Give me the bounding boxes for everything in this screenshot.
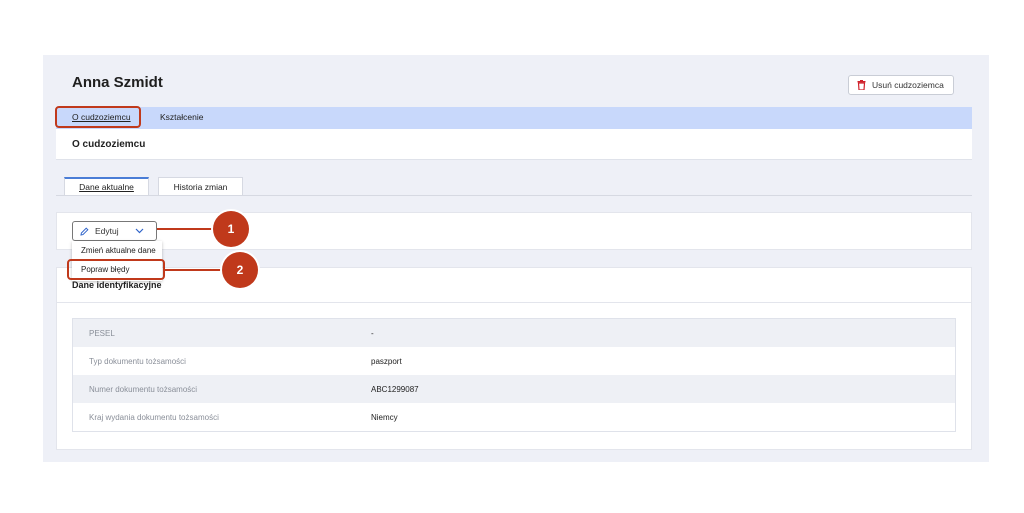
chevron-down-icon: [135, 228, 144, 234]
table-row: Typ dokumentu tożsamości paszport: [73, 347, 955, 375]
section-title: O cudzoziemcu: [72, 139, 146, 150]
row-value: ABC1299087: [371, 385, 419, 394]
row-value: -: [371, 329, 374, 338]
callout-connector-1: [157, 228, 213, 230]
table-row: Kraj wydania dokumentu tożsamości Niemcy: [73, 403, 955, 431]
callout-badge-2: 2: [222, 252, 258, 288]
pencil-icon: [80, 226, 89, 236]
edit-card: [56, 212, 972, 250]
edit-button-label: Edytuj: [95, 226, 119, 236]
row-label: Typ dokumentu tożsamości: [89, 357, 186, 366]
delete-foreigner-label: Usuń cudzoziemca: [872, 80, 944, 90]
callout-badge-1: 1: [213, 211, 249, 247]
highlight-menu-item: [67, 259, 165, 280]
row-label: Numer dokumentu tożsamości: [89, 385, 198, 394]
row-label: Kraj wydania dokumentu tożsamości: [89, 413, 219, 422]
identification-divider: [56, 302, 972, 303]
edit-button[interactable]: Edytuj: [72, 221, 157, 241]
main-tabs: O cudzoziemcu Kształcenie: [56, 107, 972, 129]
identification-title: Dane identyfikacyjne: [72, 280, 162, 290]
section-header: O cudzoziemcu: [56, 129, 972, 160]
subtab-historia-zmian[interactable]: Historia zmian: [158, 177, 243, 196]
menu-item-change-current-data[interactable]: Zmień aktualne dane: [81, 246, 156, 255]
tab-ksztalcenie[interactable]: Kształcenie: [160, 112, 203, 122]
table-row: PESEL -: [73, 319, 955, 347]
delete-foreigner-button[interactable]: Usuń cudzoziemca: [848, 75, 954, 95]
trash-icon: [857, 80, 866, 90]
row-label: PESEL: [89, 329, 115, 338]
identification-table: PESEL - Typ dokumentu tożsamości paszpor…: [72, 318, 956, 432]
row-value: paszport: [371, 357, 402, 366]
callout-connector-2: [165, 269, 222, 271]
subtab-dane-aktualne[interactable]: Dane aktualne: [64, 177, 149, 196]
highlight-tab: [55, 106, 141, 128]
page-title: Anna Szmidt: [72, 74, 163, 91]
table-row: Numer dokumentu tożsamości ABC1299087: [73, 375, 955, 403]
row-value: Niemcy: [371, 413, 398, 422]
